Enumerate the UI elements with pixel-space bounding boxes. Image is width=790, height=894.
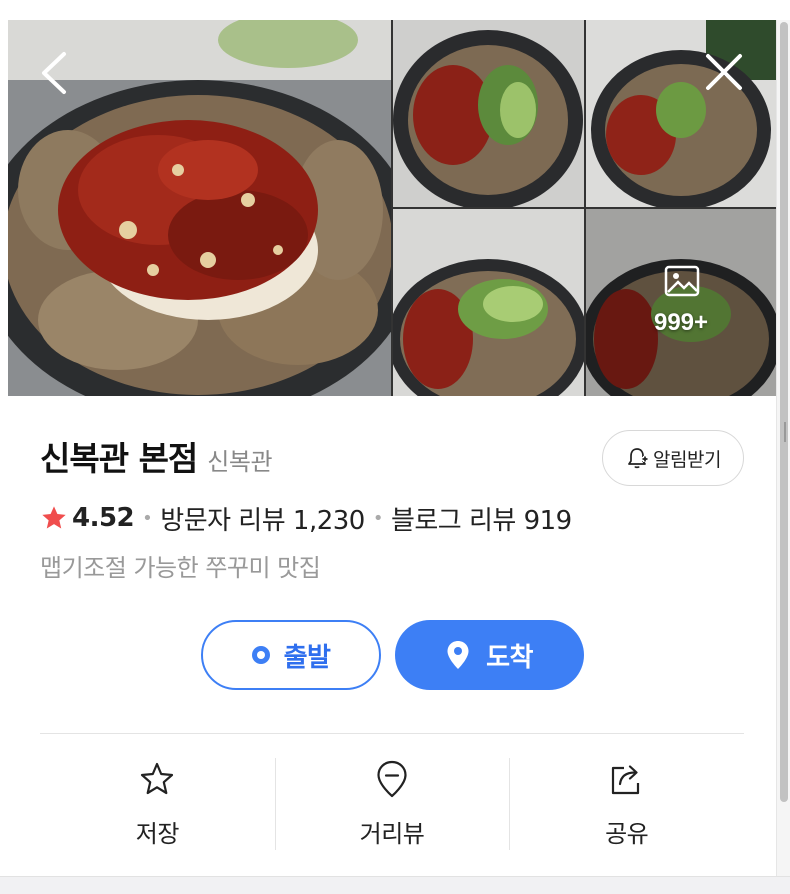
visitor-reviews-link[interactable]: 방문자 리뷰 1,230 [160, 500, 365, 537]
share-action-label: 공유 [605, 820, 649, 848]
separator-dot: • [142, 507, 153, 529]
save-action-label: 저장 [135, 820, 180, 848]
arrive-button[interactable]: 도착 [395, 620, 584, 690]
bell-plus-icon [628, 448, 649, 469]
arrive-button-label: 도착 [486, 642, 533, 673]
more-photos-count: 999+ [653, 309, 709, 336]
action-bar: 저장 거리뷰 공유 [40, 758, 744, 852]
more-photos-overlay[interactable]: 999+ [586, 209, 776, 396]
place-name: 신복관 본점 [40, 439, 198, 478]
title-row: 신복관 본점 신복관 [40, 432, 273, 478]
street-view-action[interactable]: 거리뷰 [274, 758, 510, 852]
origin-dot-icon [251, 646, 270, 664]
depart-button-label: 출발 [283, 642, 331, 673]
place-category: 신복관 [207, 448, 273, 476]
star-filled-icon [42, 506, 66, 529]
photo-gallery: 999+ [8, 20, 776, 396]
browser-bottom-strip [0, 876, 790, 894]
photo-thumb-2[interactable] [586, 20, 776, 207]
divider [40, 733, 744, 734]
share-action[interactable]: 공유 [509, 758, 744, 852]
place-card: 999+ 신복관 본점 신복관 알림받기 4.52 • 방문자 리뷰 1,230… [8, 20, 776, 876]
scroll-thumb[interactable] [780, 22, 788, 802]
resize-edge-marker [784, 422, 788, 442]
street-view-pin-icon [377, 760, 407, 798]
separator-dot: • [372, 507, 384, 529]
place-description: 맵기조절 가능한 쭈꾸미 맛집 [40, 554, 321, 582]
browser-left-strip [0, 0, 8, 894]
save-action[interactable]: 저장 [40, 758, 275, 852]
photo-thumb-3[interactable] [393, 209, 584, 396]
star-outline-icon [141, 762, 174, 795]
depart-button[interactable]: 출발 [201, 620, 381, 690]
blog-reviews-link[interactable]: 블로그 리뷰 919 [391, 500, 572, 537]
street-view-action-label: 거리뷰 [359, 820, 425, 848]
alarm-button-label: 알림받기 [653, 448, 721, 471]
location-pin-icon [447, 641, 469, 669]
close-icon[interactable] [704, 52, 744, 92]
rating-value: 4.52 [72, 503, 135, 533]
chevron-left-icon[interactable] [38, 50, 70, 96]
share-icon [611, 765, 639, 795]
stats-row: 4.52 • 방문자 리뷰 1,230 • 블로그 리뷰 919 [40, 500, 572, 536]
alarm-button[interactable]: 알림받기 [602, 430, 744, 486]
image-icon [664, 265, 700, 297]
scrollbar[interactable] [776, 20, 790, 876]
photo-thumb-1[interactable] [393, 20, 584, 207]
browser-top-strip [0, 0, 790, 20]
